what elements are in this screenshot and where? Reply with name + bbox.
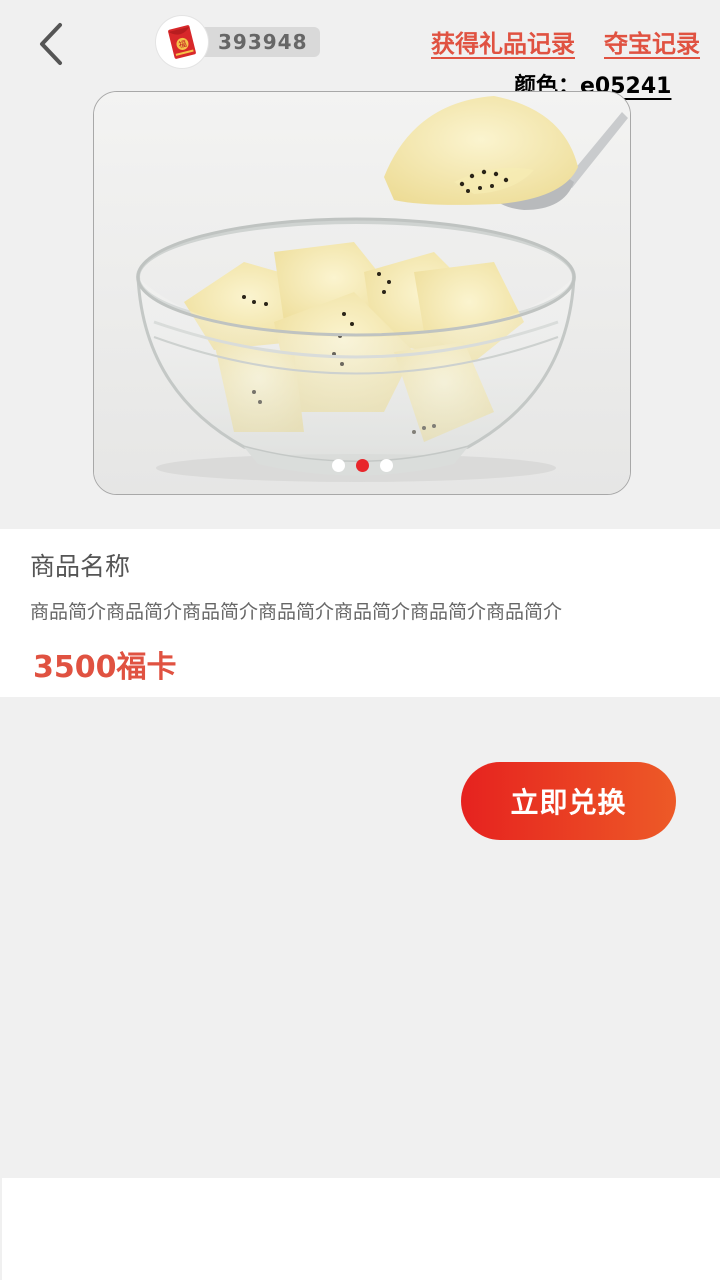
balance-count: 393948	[200, 27, 320, 57]
carousel-dots	[94, 459, 630, 472]
carousel-dot[interactable]	[355, 459, 369, 472]
red-envelope-icon: 福	[168, 25, 196, 59]
treasure-records-link[interactable]: 夺宝记录	[604, 24, 700, 59]
kiwi-fruit-bowl-image	[94, 92, 630, 494]
gift-records-link[interactable]: 获得礼品记录	[431, 24, 575, 59]
carousel-dot[interactable]	[379, 459, 393, 472]
redeem-now-button[interactable]: 立即兑换	[461, 762, 676, 840]
product-name: 商品名称	[30, 552, 131, 581]
back-button[interactable]	[26, 16, 76, 72]
wallet-avatar: 福	[156, 16, 208, 68]
carousel-dot[interactable]	[331, 459, 345, 472]
fuka-balance[interactable]: 福 393948	[156, 16, 320, 68]
top-bar: 福 393948 获得礼品记录 夺宝记录 颜色：e05241	[0, 0, 720, 99]
product-image-carousel[interactable]	[93, 91, 631, 495]
product-info: 商品名称 商品简介商品简介商品简介商品简介商品简介商品简介商品简介 3500福卡	[0, 529, 720, 697]
product-price: 3500福卡	[33, 650, 177, 685]
product-description: 商品简介商品简介商品简介商品简介商品简介商品简介商品简介	[30, 601, 563, 623]
chevron-left-icon	[40, 23, 62, 65]
bottom-area	[2, 1178, 720, 1280]
